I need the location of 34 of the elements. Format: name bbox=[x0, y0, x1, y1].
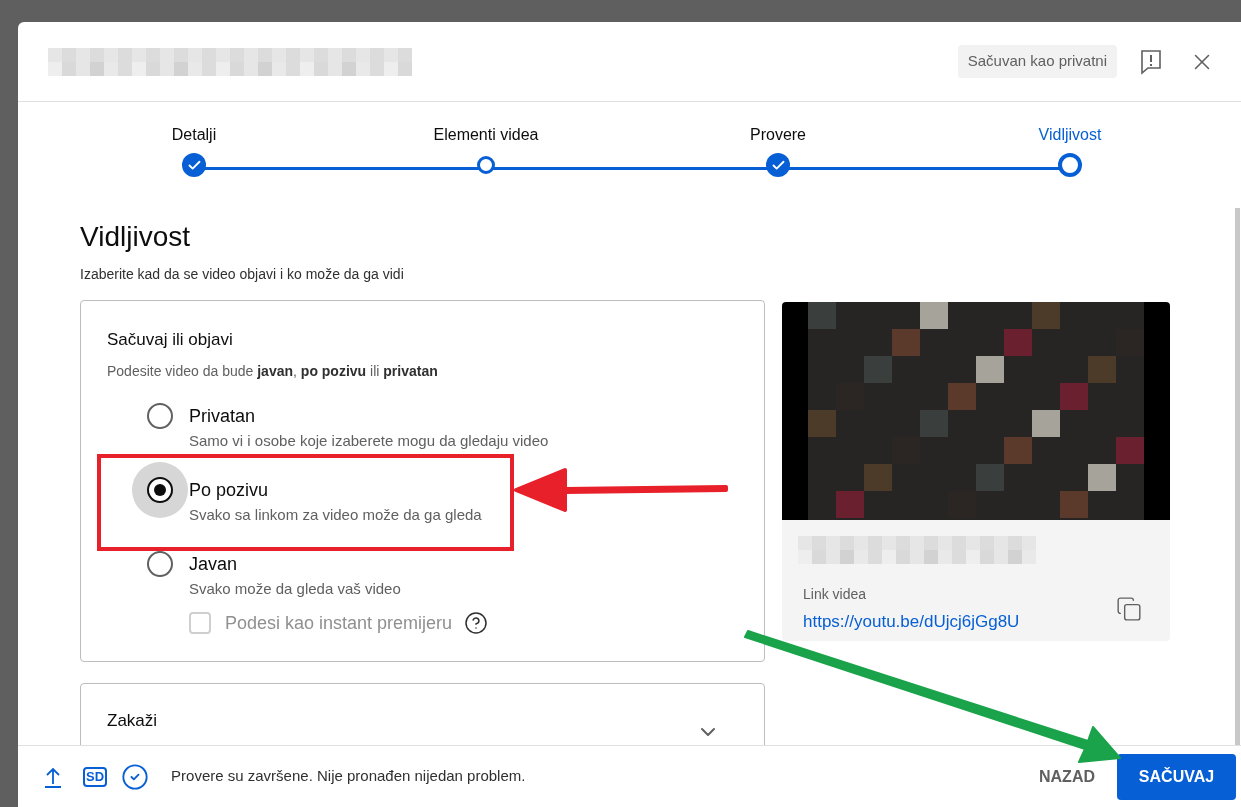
card-title: Zakaži bbox=[107, 710, 158, 730]
option-label[interactable]: Privatan bbox=[189, 403, 256, 428]
step-label[interactable]: Vidljivost bbox=[1038, 123, 1102, 147]
section-title: Vidljivost bbox=[80, 220, 191, 254]
upload-icon[interactable] bbox=[44, 765, 62, 788]
feedback-icon[interactable] bbox=[1139, 48, 1163, 75]
current-step-icon[interactable] bbox=[1058, 153, 1082, 177]
check-circle-icon[interactable] bbox=[121, 762, 150, 791]
card-description: Podesite video da bude javan, po pozivu ili privatan bbox=[107, 361, 439, 381]
option-description: Svako može da gleda vaš video bbox=[189, 579, 401, 598]
copy-icon[interactable] bbox=[1116, 596, 1142, 623]
saved-status-badge: Sačuvan kao privatni bbox=[957, 45, 1117, 78]
step-label[interactable]: Detalji bbox=[171, 123, 217, 147]
schedule-card[interactable]: Zakaži bbox=[80, 683, 765, 745]
option-label[interactable]: Po pozivu bbox=[189, 477, 269, 502]
checks-status: Provere su završene. Nije pronađen nijedan problem. bbox=[171, 766, 526, 787]
completed-step-icon[interactable] bbox=[182, 153, 206, 177]
radio-button[interactable] bbox=[147, 550, 173, 577]
link-label: Link videa bbox=[803, 585, 868, 604]
step-label[interactable]: Elementi videa bbox=[433, 123, 539, 147]
radio-button[interactable] bbox=[147, 402, 173, 429]
step-label[interactable]: Provere bbox=[750, 123, 806, 147]
back-button[interactable]: NAZAD bbox=[1025, 753, 1109, 800]
save-button[interactable]: SAČUVAJ bbox=[1117, 753, 1236, 800]
option-label[interactable]: Javan bbox=[189, 551, 238, 576]
help-icon[interactable] bbox=[464, 611, 489, 635]
quality-badge[interactable]: SD bbox=[83, 766, 108, 787]
card-title: Sačuvaj ili objavi bbox=[107, 329, 234, 351]
option-description: Svako sa linkom za video može da ga gleda bbox=[189, 505, 482, 524]
video-link[interactable]: https://youtu.be/dUjcj6jGg8U bbox=[803, 609, 1116, 635]
option-description: Samo vi i osobe koje izaberete mogu da gledaju video bbox=[189, 431, 549, 450]
scrollbar-thumb[interactable] bbox=[1235, 208, 1240, 745]
section-subtitle: Izaberite kad da se video objavi i ko može da ga vidi bbox=[80, 265, 405, 284]
completed-step-icon[interactable] bbox=[766, 153, 790, 177]
